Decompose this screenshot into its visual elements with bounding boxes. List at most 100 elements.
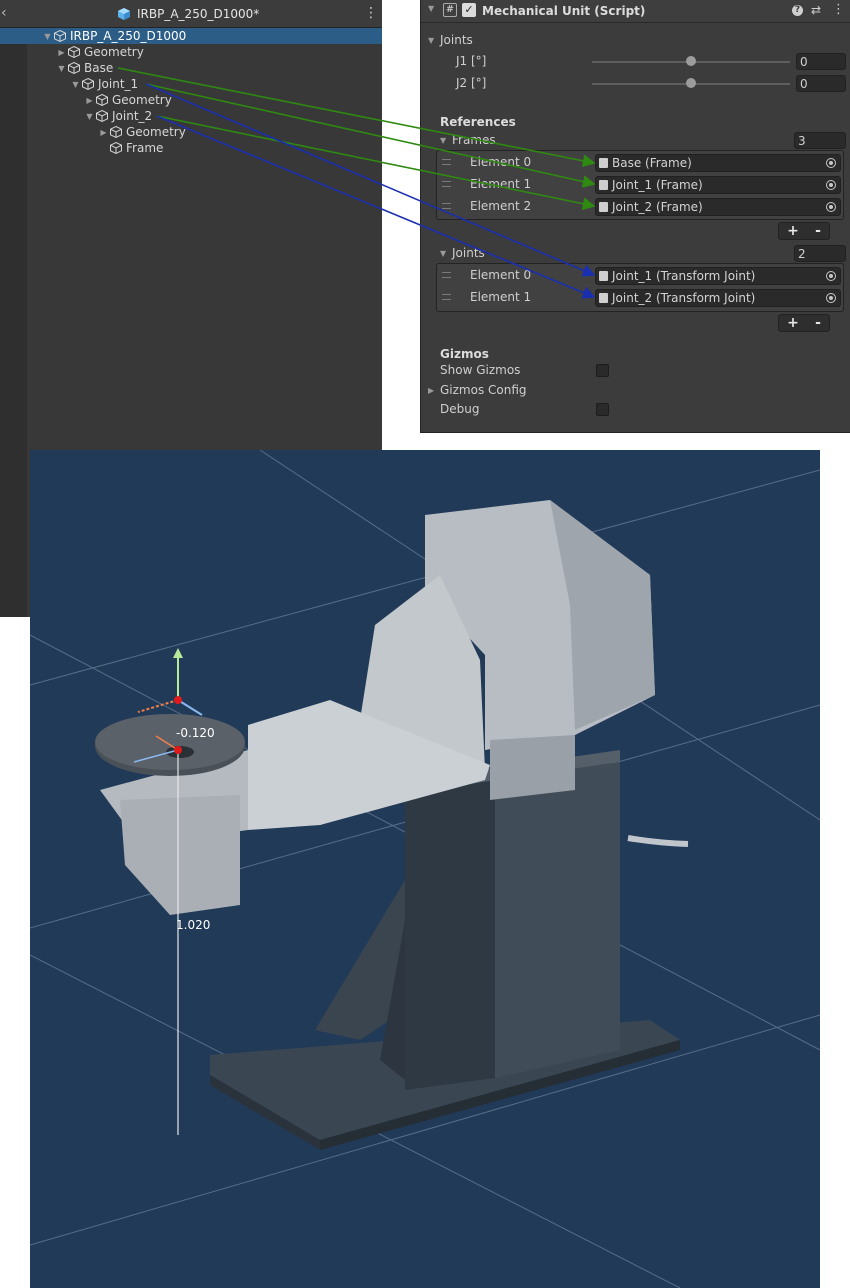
prefab-cube-icon	[118, 8, 130, 20]
show-gizmos-label: Show Gizmos	[440, 363, 521, 377]
hierarchy-item[interactable]: ▼ Base	[0, 60, 382, 76]
object-reference-field[interactable]: Joint_2 (Frame)	[595, 198, 841, 216]
object-picker-icon[interactable]	[826, 293, 836, 303]
foldout-arrow-icon[interactable]: ▼	[428, 4, 434, 13]
more-icon[interactable]: ⋮	[364, 5, 378, 21]
hierarchy-item-label: Base	[84, 61, 114, 75]
presets-icon[interactable]: ⇄	[811, 3, 821, 17]
remove-element-button[interactable]: -	[815, 315, 821, 331]
script-object-icon	[599, 180, 608, 190]
object-reference-value: Joint_1 (Frame)	[612, 178, 703, 192]
j2-value-field[interactable]: 0	[796, 75, 846, 92]
gameobject-cube-icon	[110, 141, 122, 155]
hierarchy-item-label: Geometry	[112, 93, 172, 107]
component-header: ▼ # ✓ Mechanical Unit (Script) ? ⇄ ⋮	[421, 0, 850, 23]
gameobject-cube-icon	[68, 45, 80, 59]
hierarchy-item[interactable]: ▼ IRBP_A_250_D1000	[0, 28, 382, 44]
hierarchy-header: ‹ IRBP_A_250_D1000* ⋮	[0, 0, 382, 28]
expand-arrow-icon[interactable]: ▼	[84, 112, 95, 121]
object-reference-value: Joint_2 (Transform Joint)	[612, 291, 756, 305]
element-label: Element 1	[470, 177, 532, 191]
add-element-button[interactable]: +	[787, 223, 799, 239]
show-gizmos-toggle[interactable]	[596, 364, 609, 377]
script-object-icon	[599, 271, 608, 281]
frames-add-remove: + -	[778, 222, 830, 240]
element-label: Element 0	[470, 268, 532, 282]
back-arrow-icon[interactable]: ‹	[1, 5, 7, 21]
gizmos-config-foldout[interactable]: Gizmos Config	[440, 383, 527, 397]
element-label: Element 1	[470, 290, 532, 304]
hierarchy-item[interactable]: ▼ Joint_2	[0, 108, 382, 124]
j2-slider-handle[interactable]	[686, 78, 696, 88]
gameobject-cube-icon	[110, 125, 122, 139]
hierarchy-item-label: Frame	[126, 141, 164, 155]
scene-view[interactable]	[30, 450, 820, 1288]
hierarchy-item[interactable]: Frame	[0, 140, 382, 156]
j1-label: J1 [°]	[456, 54, 487, 68]
object-reference-field[interactable]: Joint_2 (Transform Joint)	[595, 289, 841, 307]
turntable-plate-top	[95, 714, 245, 770]
j1-value-field[interactable]: 0	[796, 53, 846, 70]
gameobject-cube-icon	[54, 29, 66, 43]
frames-size-field[interactable]: 3	[794, 132, 846, 149]
foldout-arrow-icon[interactable]: ▶	[428, 386, 434, 395]
expand-arrow-icon[interactable]: ▼	[70, 80, 81, 89]
element-label: Element 2	[470, 199, 532, 213]
debug-label: Debug	[440, 402, 480, 416]
expand-arrow-icon[interactable]: ▼	[42, 32, 53, 41]
script-object-icon	[599, 158, 608, 168]
gizmos-header: Gizmos	[440, 347, 489, 361]
drag-handle-icon[interactable]	[442, 294, 451, 300]
component-title: Mechanical Unit (Script)	[482, 4, 646, 18]
collapse-arrow-icon[interactable]: ▶	[84, 96, 95, 105]
debug-toggle[interactable]	[596, 403, 609, 416]
remove-element-button[interactable]: -	[815, 223, 821, 239]
script-object-icon	[599, 293, 608, 303]
height-label: -0.120	[176, 726, 215, 740]
hierarchy-item[interactable]: ▶ Geometry	[0, 44, 382, 60]
help-icon[interactable]: ?	[792, 5, 803, 16]
j1-slider-handle[interactable]	[686, 56, 696, 66]
gameobject-cube-icon	[68, 61, 80, 75]
expand-arrow-icon[interactable]: ▼	[56, 64, 67, 73]
drag-handle-icon[interactable]	[442, 159, 451, 165]
joints-list-label[interactable]: Joints	[452, 246, 485, 260]
enabled-checkbox[interactable]: ✓	[462, 3, 476, 17]
object-picker-icon[interactable]	[826, 180, 836, 190]
drag-handle-icon[interactable]	[442, 181, 451, 187]
collapse-arrow-icon[interactable]: ▶	[98, 128, 109, 137]
y-axis-arrow-icon[interactable]	[173, 648, 183, 658]
object-reference-field[interactable]: Base (Frame)	[595, 154, 841, 172]
hierarchy-item[interactable]: ▼ Joint_1	[0, 76, 382, 92]
foldout-arrow-icon[interactable]: ▼	[428, 36, 434, 45]
hierarchy-item[interactable]: ▶ Geometry	[0, 124, 382, 140]
scene-render	[30, 450, 820, 1288]
drag-handle-icon[interactable]	[442, 272, 451, 278]
frames-label[interactable]: Frames	[452, 133, 496, 147]
gameobject-cube-icon	[96, 93, 108, 107]
foldout-arrow-icon[interactable]: ▼	[440, 136, 446, 145]
gizmo-origin[interactable]	[174, 746, 182, 754]
joints-size-field[interactable]: 2	[794, 245, 846, 262]
gearbox	[490, 735, 575, 800]
gizmo-origin[interactable]	[174, 696, 182, 704]
object-picker-icon[interactable]	[826, 202, 836, 212]
add-element-button[interactable]: +	[787, 315, 799, 331]
object-picker-icon[interactable]	[826, 158, 836, 168]
height-label: 1.020	[176, 918, 211, 932]
joints-section-label[interactable]: Joints	[440, 33, 473, 47]
more-icon[interactable]: ⋮	[832, 2, 845, 17]
hierarchy-item-label: IRBP_A_250_D1000	[70, 29, 187, 43]
object-reference-field[interactable]: Joint_1 (Frame)	[595, 176, 841, 194]
drag-handle-icon[interactable]	[442, 203, 451, 209]
object-reference-value: Joint_2 (Frame)	[612, 200, 703, 214]
foldout-arrow-icon[interactable]: ▼	[440, 249, 446, 258]
object-reference-value: Base (Frame)	[612, 156, 692, 170]
object-reference-field[interactable]: Joint_1 (Transform Joint)	[595, 267, 841, 285]
object-reference-value: Joint_1 (Transform Joint)	[612, 269, 756, 283]
z-axis-handle[interactable]	[177, 699, 203, 716]
element-label: Element 0	[470, 155, 532, 169]
hierarchy-item[interactable]: ▶ Geometry	[0, 92, 382, 108]
object-picker-icon[interactable]	[826, 271, 836, 281]
collapse-arrow-icon[interactable]: ▶	[56, 48, 67, 57]
